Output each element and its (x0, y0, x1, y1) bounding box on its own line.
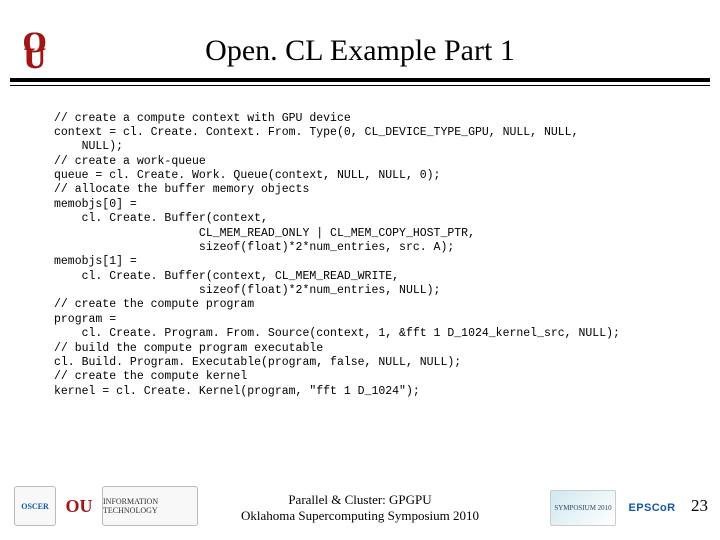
page-number: 23 (691, 496, 708, 516)
slide: O U Open. CL Example Part 1 // create a … (0, 0, 720, 540)
divider-thick (10, 78, 710, 82)
footer-logos-right: SYMPOSIUM 2010 EPSCoR (550, 490, 680, 526)
symposium-logo: SYMPOSIUM 2010 (550, 490, 616, 526)
epscor-logo: EPSCoR (624, 493, 680, 523)
divider-thin (10, 85, 710, 86)
slide-footer: OSCER OU INFORMATION TECHNOLOGY Parallel… (0, 474, 720, 530)
slide-header: O U Open. CL Example Part 1 (0, 22, 720, 102)
code-listing: // create a compute context with GPU dev… (54, 112, 690, 400)
slide-title: Open. CL Example Part 1 (0, 34, 720, 68)
